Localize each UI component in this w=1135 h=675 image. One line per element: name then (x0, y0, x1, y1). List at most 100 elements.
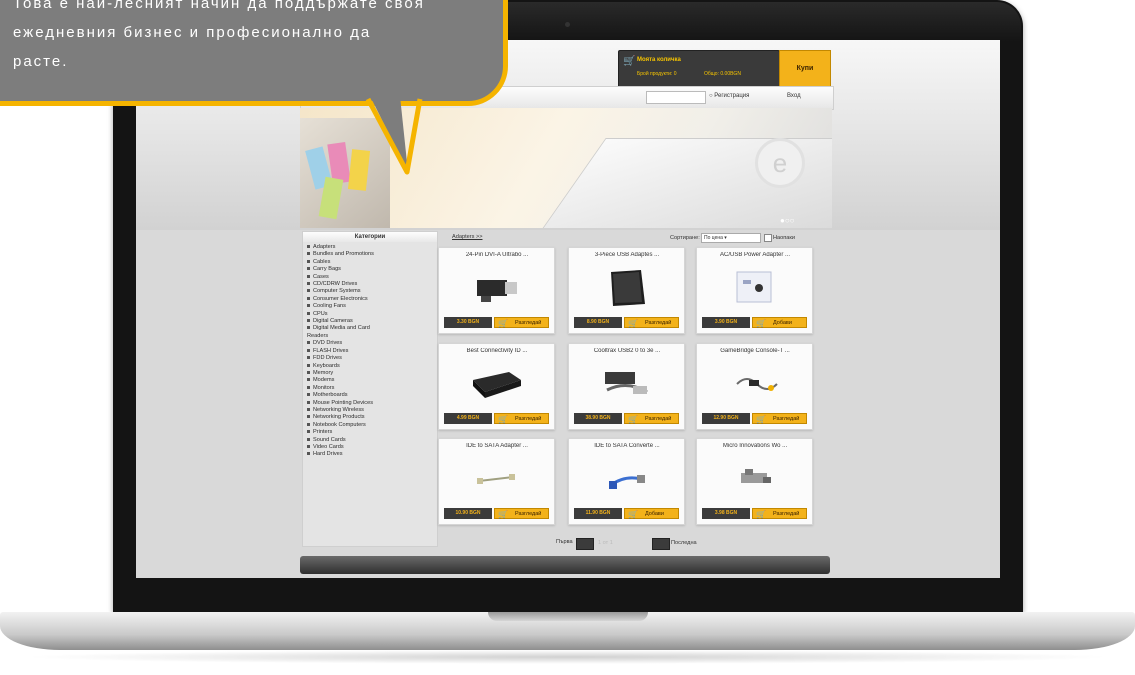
product-card[interactable]: IDE to SATA Converte ... 11.90 BGN 🛒 Добави (568, 438, 685, 525)
sidebar-item[interactable]: Monitors (307, 385, 437, 392)
sidebar-item[interactable]: Mouse Pointing Devices (307, 400, 437, 407)
bullet-icon (307, 422, 310, 426)
sidebar-item[interactable]: Printers (307, 429, 437, 436)
product-title[interactable]: AC/USB Power Adapter ... (703, 252, 807, 258)
sidebar-item-label: Digital Media and Card (313, 325, 370, 332)
bullet-icon (307, 378, 310, 382)
product-title[interactable]: GameBridge Console-T ... (703, 348, 807, 354)
sidebar-item[interactable]: CPUs (307, 311, 437, 318)
product-card[interactable]: 3-Piece USB Adaptes ... 8.90 BGN 🛒 Разгледа… (568, 247, 685, 334)
product-title[interactable]: 24-Pin DVI-A Ultrabo ... (445, 252, 549, 258)
sidebar-item[interactable]: Cables (307, 259, 437, 266)
sidebar-item[interactable]: Motherboards (307, 392, 437, 399)
product-action-button[interactable]: 🛒 Разгледай (624, 413, 679, 424)
product-card[interactable]: IDE to SATA Adapter ... 10.90 BGN 🛒 Разглед… (438, 438, 555, 525)
breadcrumb[interactable]: Adapters >> (452, 234, 482, 240)
sidebar-item[interactable]: Carry Bags (307, 266, 437, 273)
sidebar-item[interactable]: DVD Drives (307, 340, 437, 347)
black-case-icon[interactable] (599, 266, 654, 308)
product-action-button[interactable]: 🛒 Разгледай (752, 508, 807, 519)
cart-icon: 🛒 (628, 415, 638, 424)
product-action-button[interactable]: 🛒 Разгледай (494, 508, 549, 519)
product-title[interactable]: IDE to SATA Converte ... (575, 443, 679, 449)
sidebar-item[interactable]: Video Cards (307, 444, 437, 451)
dvi-adapter-icon[interactable] (469, 266, 524, 308)
sidebar-item[interactable]: Memory (307, 370, 437, 377)
sidebar-item[interactable]: Bundles and Promotions (307, 251, 437, 258)
product-action-button[interactable]: 🛒 Разгледай (624, 317, 679, 328)
sidebar-item-label: Networking Wireless (313, 406, 364, 413)
sidebar-item-label: Mouse Pointing Devices (313, 399, 374, 406)
sidebar-item-label: Motherboards (313, 392, 348, 399)
sidebar-item[interactable]: Digital Cameras (307, 318, 437, 325)
last-page-button[interactable] (652, 538, 670, 550)
sidebar-item[interactable]: Notebook Computers (307, 422, 437, 429)
sidebar-item-label: Memory (313, 369, 334, 376)
sidebar-item-label: Cooling Fans (313, 303, 346, 310)
product-title[interactable]: Micro Innovations Wo ... (703, 443, 807, 449)
product-card[interactable]: GameBridge Console-T ... 12.90 BGN 🛒 Разгле… (696, 343, 813, 430)
sata-converter-icon[interactable] (599, 457, 654, 499)
sidebar-item[interactable]: Keyboards (307, 363, 437, 370)
sidebar-item-label: Bundles and Promotions (313, 251, 374, 258)
product-price: 3.90 BGN (702, 317, 750, 328)
sidebar-item[interactable]: Digital Media and Card (307, 325, 437, 332)
cable-kit-icon[interactable] (599, 362, 654, 404)
sidebar-item-label: Video Cards (313, 443, 344, 450)
product-action-button[interactable]: 🛒 Добави (624, 508, 679, 519)
first-page-button[interactable] (576, 538, 594, 550)
cart-icon: 🛒 (756, 415, 766, 424)
sata-cable-icon[interactable] (469, 457, 524, 499)
sidebar-item-label: Keyboards (313, 362, 340, 369)
reverse-checkbox[interactable] (764, 234, 772, 242)
sidebar-item-label: Hard Drives (313, 451, 343, 458)
sidebar-item[interactable]: Networking Wireless (307, 407, 437, 414)
micro-adapter-icon[interactable] (727, 457, 782, 499)
sidebar-item-label: Cases (313, 273, 329, 280)
product-card[interactable]: 24-Pin DVI-A Ultrabo ... 3.30 BGN 🛒 Разглед… (438, 247, 555, 334)
product-title[interactable]: 3-Piece USB Adaptes ... (575, 252, 679, 258)
sidebar-item[interactable]: Computer Systems (307, 288, 437, 295)
sidebar-item[interactable]: Readers (307, 333, 437, 340)
sort-select[interactable]: По цена ▾ (701, 233, 761, 243)
product-action-button[interactable]: 🛒 Разгледай (494, 413, 549, 424)
product-card[interactable]: Cooltrax USB2 0 to 3e ... 38.90 BGN 🛒 Разгл… (568, 343, 685, 430)
bullet-icon (307, 430, 310, 434)
cart-icon: 🛒 (756, 510, 766, 519)
sidebar-item-label: Readers (307, 332, 329, 339)
product-card[interactable]: AC/USB Power Adapter ... 3.90 BGN 🛒 Добави (696, 247, 813, 334)
sidebar-item[interactable]: Hard Drives (307, 451, 437, 458)
slider-dots[interactable]: ●○○ (780, 216, 795, 225)
bullet-icon (307, 267, 310, 271)
sidebar-item[interactable]: Cases (307, 274, 437, 281)
sort-value: По цена (704, 235, 723, 241)
product-action-label: Разгледай (515, 511, 542, 517)
product-card[interactable]: Best Connectivity ID ... 4.99 BGN 🛒 Разглед… (438, 343, 555, 430)
bullet-icon (307, 363, 310, 367)
product-card[interactable]: Micro Innovations Wo ... 3.98 BGN 🛒 Разглед… (696, 438, 813, 525)
sidebar-item[interactable]: FLASH Drives (307, 348, 437, 355)
product-title[interactable]: Cooltrax USB2 0 to 3e ... (575, 348, 679, 354)
product-title[interactable]: IDE to SATA Adapter ... (445, 443, 549, 449)
sidebar-item[interactable]: CD/CDRW Drives (307, 281, 437, 288)
sidebar-item[interactable]: Sound Cards (307, 437, 437, 444)
sidebar-item-label: Digital Cameras (313, 318, 353, 325)
sidebar-item[interactable]: Cooling Fans (307, 303, 437, 310)
product-price: 8.90 BGN (574, 317, 622, 328)
cable-coil-icon[interactable] (727, 362, 782, 404)
product-action-button[interactable]: 🛒 Разгледай (752, 413, 807, 424)
product-action-button[interactable]: 🛒 Разгледай (494, 317, 549, 328)
sidebar-item[interactable]: Consumer Electronics (307, 296, 437, 303)
black-hub-icon[interactable] (469, 362, 524, 404)
product-title[interactable]: Best Connectivity ID ... (445, 348, 549, 354)
sidebar-item[interactable]: Modems (307, 377, 437, 384)
product-action-button[interactable]: 🛒 Добави (752, 317, 807, 328)
sidebar-item[interactable]: Adapters (307, 244, 437, 251)
bullet-icon (307, 259, 310, 263)
bullet-icon (307, 304, 310, 308)
category-list: Adapters Bundles and Promotions Cables Carr… (303, 244, 437, 459)
pager-first-label: Първа (556, 539, 573, 545)
power-adapter-icon[interactable] (727, 266, 782, 308)
sidebar-item[interactable]: Networking Products (307, 414, 437, 421)
sidebar-item[interactable]: FDD Drives (307, 355, 437, 362)
